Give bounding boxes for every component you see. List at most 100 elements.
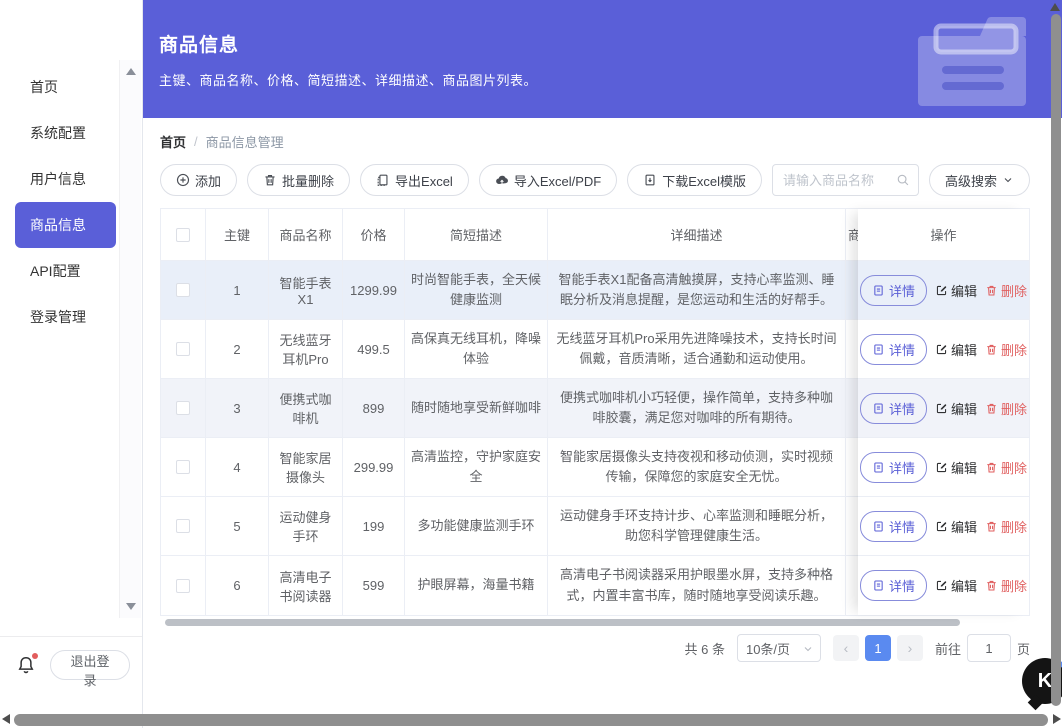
edit-button[interactable]: 编辑 xyxy=(935,340,977,359)
cell-short-desc: 多功能健康监测手环 xyxy=(405,497,548,555)
row-actions: 详情 编辑 删除 xyxy=(858,320,1029,379)
edit-button[interactable]: 编辑 xyxy=(935,458,977,477)
edit-button[interactable]: 编辑 xyxy=(935,399,977,418)
scroll-up-icon[interactable] xyxy=(126,68,136,75)
detail-button[interactable]: 详情 xyxy=(859,392,927,424)
export-icon xyxy=(377,174,388,186)
sidebar-item-product-info[interactable]: 商品信息 xyxy=(15,202,116,248)
vertical-scrollbar[interactable] xyxy=(1051,14,1061,706)
horizontal-scroll-right-icon[interactable] xyxy=(1053,714,1061,724)
trash-icon xyxy=(987,285,996,295)
cell-price: 599 xyxy=(343,556,405,615)
row-actions: 详情 编辑 删除 xyxy=(858,261,1029,320)
cell-short-desc: 时尚智能手表，全天候健康监测 xyxy=(405,261,548,319)
cell-product-name: 便携式咖啡机 xyxy=(269,379,343,437)
row-actions: 详情 编辑 删除 xyxy=(858,497,1029,556)
edit-button[interactable]: 编辑 xyxy=(935,281,977,300)
import-excel-pdf-button[interactable]: 导入Excel/PDF xyxy=(478,164,618,196)
batch-delete-button[interactable]: 批量删除 xyxy=(247,164,351,196)
select-all-checkbox[interactable] xyxy=(176,227,190,242)
table-horizontal-scrollbar[interactable] xyxy=(165,619,960,626)
current-page-button[interactable]: 1 xyxy=(864,635,891,661)
edit-button[interactable]: 编辑 xyxy=(935,517,977,536)
cell-id: 4 xyxy=(206,438,269,496)
cell-id: 3 xyxy=(206,379,269,437)
column-header-actions: 操作 xyxy=(858,209,1029,261)
cell-id: 5 xyxy=(206,497,269,555)
next-page-button[interactable]: › xyxy=(896,635,923,661)
page-size-select[interactable]: 10条/页 xyxy=(736,634,821,662)
cell-price: 1299.99 xyxy=(343,261,405,319)
delete-button[interactable]: 删除 xyxy=(985,576,1027,595)
column-header-detail-desc: 详细描述 xyxy=(548,209,846,260)
goto-page: 前往 页 xyxy=(935,634,1030,662)
breadcrumb: 首页 / 商品信息管理 xyxy=(160,132,1062,151)
circle-plus-icon xyxy=(176,173,190,187)
edit-icon xyxy=(936,462,947,472)
breadcrumb-current: 商品信息管理 xyxy=(205,135,284,150)
row-checkbox[interactable] xyxy=(176,519,190,533)
trash-icon xyxy=(987,344,996,354)
row-actions: 详情 编辑 删除 xyxy=(858,379,1029,438)
delete-button[interactable]: 删除 xyxy=(985,281,1027,300)
search-box xyxy=(772,164,919,196)
cell-id: 6 xyxy=(206,556,269,615)
search-icon[interactable] xyxy=(896,173,910,187)
detail-button[interactable]: 详情 xyxy=(859,510,927,542)
cloud-upload-icon xyxy=(495,175,508,185)
app-window: 首页 系统配置 用户信息 商品信息 API配置 登录管理 退出登录 商品信息 主… xyxy=(0,0,1062,728)
delete-button[interactable]: 删除 xyxy=(985,458,1027,477)
cell-detail-desc: 无线蓝牙耳机Pro采用先进降噪技术，支持长时间佩戴，音质清晰，适合通勤和运动使用… xyxy=(548,320,846,378)
cell-detail-desc: 智能家居摄像头支持夜视和移动侦测，实时视频传输，保障您的家庭安全无忧。 xyxy=(548,438,846,496)
row-actions: 详情 编辑 删除 xyxy=(858,556,1029,615)
row-actions: 详情 编辑 删除 xyxy=(858,438,1029,497)
row-checkbox[interactable] xyxy=(176,401,190,415)
column-header-id: 主键 xyxy=(206,209,269,260)
cell-product-name: 智能手表X1 xyxy=(269,261,343,319)
detail-button[interactable]: 详情 xyxy=(859,333,927,365)
export-excel-button[interactable]: 导出Excel xyxy=(360,164,469,196)
sidebar: 首页 系统配置 用户信息 商品信息 API配置 登录管理 退出登录 xyxy=(0,0,143,728)
detail-button[interactable]: 详情 xyxy=(859,570,927,601)
row-checkbox[interactable] xyxy=(176,283,190,297)
delete-button[interactable]: 删除 xyxy=(985,399,1027,418)
cell-detail-desc: 运动健身手环支持计步、心率监测和睡眠分析，助您科学管理健康生活。 xyxy=(548,497,846,555)
bell-icon[interactable] xyxy=(16,652,38,675)
breadcrumb-home[interactable]: 首页 xyxy=(160,132,186,151)
horizontal-scrollbar[interactable] xyxy=(14,714,1048,726)
product-table: 主键 商品名称 价格 简短描述 详细描述 商品图片列表 1 智能手表X1 129… xyxy=(160,208,1030,616)
chevron-down-icon xyxy=(804,647,812,652)
logout-button[interactable]: 退出登录 xyxy=(50,649,130,688)
goto-page-input[interactable] xyxy=(966,634,1011,662)
sidebar-scrollbar[interactable] xyxy=(119,60,141,618)
scroll-down-icon[interactable] xyxy=(126,603,136,610)
cell-id: 2 xyxy=(206,320,269,378)
add-button[interactable]: 添加 xyxy=(160,164,238,196)
document-icon xyxy=(874,580,883,591)
row-checkbox[interactable] xyxy=(176,578,190,593)
detail-button[interactable]: 详情 xyxy=(859,451,927,483)
cell-price: 899 xyxy=(343,379,405,437)
trash-icon xyxy=(987,403,996,413)
page-banner: 商品信息 主键、商品名称、价格、简短描述、详细描述、商品图片列表。 xyxy=(143,0,1062,118)
file-template-icon xyxy=(645,174,655,186)
horizontal-scroll-left-icon[interactable] xyxy=(2,714,10,724)
edit-icon xyxy=(936,285,947,295)
cell-id: 1 xyxy=(206,261,269,319)
row-checkbox[interactable] xyxy=(176,342,190,356)
cell-price: 299.99 xyxy=(343,438,405,496)
download-template-button[interactable]: 下载Excel模版 xyxy=(627,164,763,196)
edit-button[interactable]: 编辑 xyxy=(935,576,977,595)
delete-button[interactable]: 删除 xyxy=(985,340,1027,359)
vertical-scroll-up-icon[interactable] xyxy=(1050,3,1060,11)
advanced-search-button[interactable]: 高级搜索 xyxy=(928,164,1030,196)
detail-button[interactable]: 详情 xyxy=(859,274,927,306)
delete-button[interactable]: 删除 xyxy=(985,517,1027,536)
total-count: 共 6 条 xyxy=(684,641,725,657)
prev-page-button[interactable]: ‹ xyxy=(832,635,859,661)
column-header-price: 价格 xyxy=(343,209,405,260)
trash-icon xyxy=(987,580,996,591)
page-unit-label: 页 xyxy=(1016,641,1030,657)
chevron-down-icon xyxy=(1004,178,1012,183)
row-checkbox[interactable] xyxy=(176,460,190,474)
